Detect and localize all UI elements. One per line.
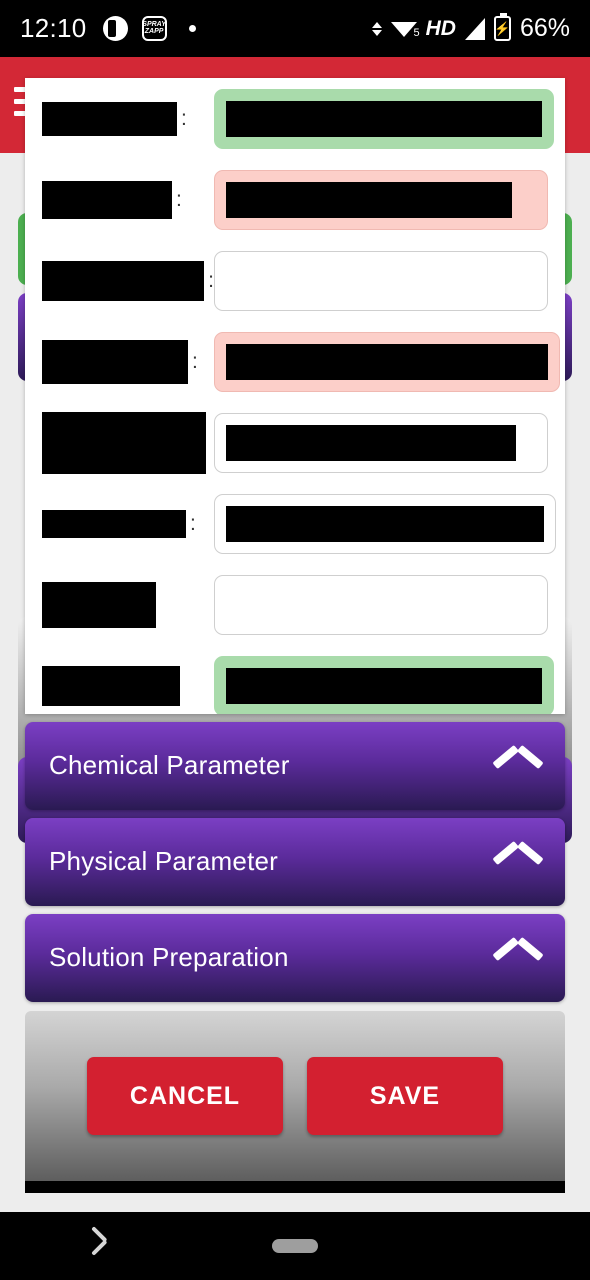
redacted-label-text	[42, 411, 206, 474]
form-fields-card: :::::	[25, 78, 565, 714]
chevron-up-icon[interactable]	[495, 849, 541, 875]
field-label: :	[42, 509, 214, 538]
back-chevron-icon[interactable]	[100, 1229, 126, 1263]
dialog-bottom-edge	[25, 1181, 565, 1193]
label-colon: :	[176, 187, 182, 211]
network-type-label: HD	[425, 16, 456, 40]
field-input[interactable]	[214, 169, 548, 230]
cell-signal-icon	[464, 17, 485, 40]
accordion-section-1[interactable]: Chemical Parameter	[25, 721, 565, 810]
field-label: :	[42, 180, 214, 219]
redacted-label-text	[42, 260, 205, 301]
redacted-field-value	[226, 181, 512, 218]
redacted-field-value	[226, 343, 548, 380]
redacted-field-value	[226, 100, 542, 137]
field-input[interactable]	[214, 331, 560, 392]
form-row	[25, 564, 565, 645]
form-dialog: ::::: Chemical ParameterPhysical Paramet…	[25, 78, 565, 1193]
status-notification-icons: SPRAY ZAPP	[102, 16, 196, 41]
field-label	[42, 665, 214, 706]
redacted-label-text	[42, 339, 188, 384]
field-input[interactable]	[214, 88, 554, 149]
field-label: :	[42, 260, 214, 301]
battery-charging-icon: ⚡	[493, 13, 511, 41]
battery-percent-label: 66%	[519, 14, 570, 42]
chevron-up-icon[interactable]	[495, 753, 541, 779]
phone-screen: 12:10 SPRAY ZAPP 5 HD ⚡ 66% ::::: Chemica…	[0, 0, 590, 1280]
form-row: :	[25, 159, 565, 240]
clock-app-icon	[102, 16, 128, 41]
android-nav-bar	[0, 1212, 590, 1280]
label-colon: :	[208, 268, 214, 292]
redacted-field-value	[226, 424, 516, 461]
field-input[interactable]	[214, 493, 556, 554]
form-row: :	[25, 321, 565, 402]
redacted-label-text	[42, 665, 180, 706]
home-pill-icon[interactable]	[272, 1239, 318, 1253]
accordion-section-3[interactable]: Solution Preparation	[25, 913, 565, 1002]
field-label: :	[42, 101, 214, 136]
spray-zapp-icon: SPRAY ZAPP	[141, 16, 167, 41]
form-row: :	[25, 240, 565, 321]
dialog-footer: CANCEL SAVE	[25, 1010, 565, 1182]
label-colon: :	[190, 511, 196, 535]
field-input[interactable]	[214, 574, 548, 635]
field-label	[42, 411, 214, 474]
label-colon: :	[181, 106, 187, 130]
redacted-field-value	[226, 505, 544, 542]
accordion-sections: Chemical Parameter Physical Parameter Solu…	[25, 714, 565, 1002]
redacted-label-text	[42, 509, 186, 538]
redacted-label-text	[42, 581, 156, 628]
chevron-up-icon[interactable]	[495, 945, 541, 971]
notification-dot-icon	[188, 25, 196, 32]
form-row: :	[25, 78, 565, 159]
status-bar: 12:10 SPRAY ZAPP 5 HD ⚡ 66%	[0, 0, 590, 57]
field-label: :	[42, 339, 214, 384]
status-time: 12:10	[20, 13, 87, 43]
wifi-icon: 5	[390, 19, 420, 39]
field-input[interactable]	[214, 250, 548, 311]
accordion-section-2[interactable]: Physical Parameter	[25, 817, 565, 906]
form-row	[25, 645, 565, 714]
data-transfer-icon	[371, 21, 382, 36]
status-system-icons: 5 HD ⚡ 66%	[371, 13, 570, 43]
field-input[interactable]	[214, 412, 548, 473]
label-colon: :	[192, 349, 198, 373]
field-label	[42, 581, 214, 628]
form-row: :	[25, 483, 565, 564]
redacted-field-value	[226, 667, 542, 704]
redacted-label-text	[42, 180, 172, 219]
wifi-band-label: 5	[413, 26, 420, 39]
accordion-label: Chemical Parameter	[49, 750, 290, 781]
accordion-label: Solution Preparation	[49, 942, 289, 973]
accordion-label: Physical Parameter	[49, 846, 279, 877]
save-button[interactable]: SAVE	[307, 1057, 503, 1136]
cancel-button[interactable]: CANCEL	[87, 1057, 283, 1136]
form-row	[25, 402, 565, 483]
redacted-label-text	[42, 101, 177, 136]
field-input[interactable]	[214, 655, 554, 714]
